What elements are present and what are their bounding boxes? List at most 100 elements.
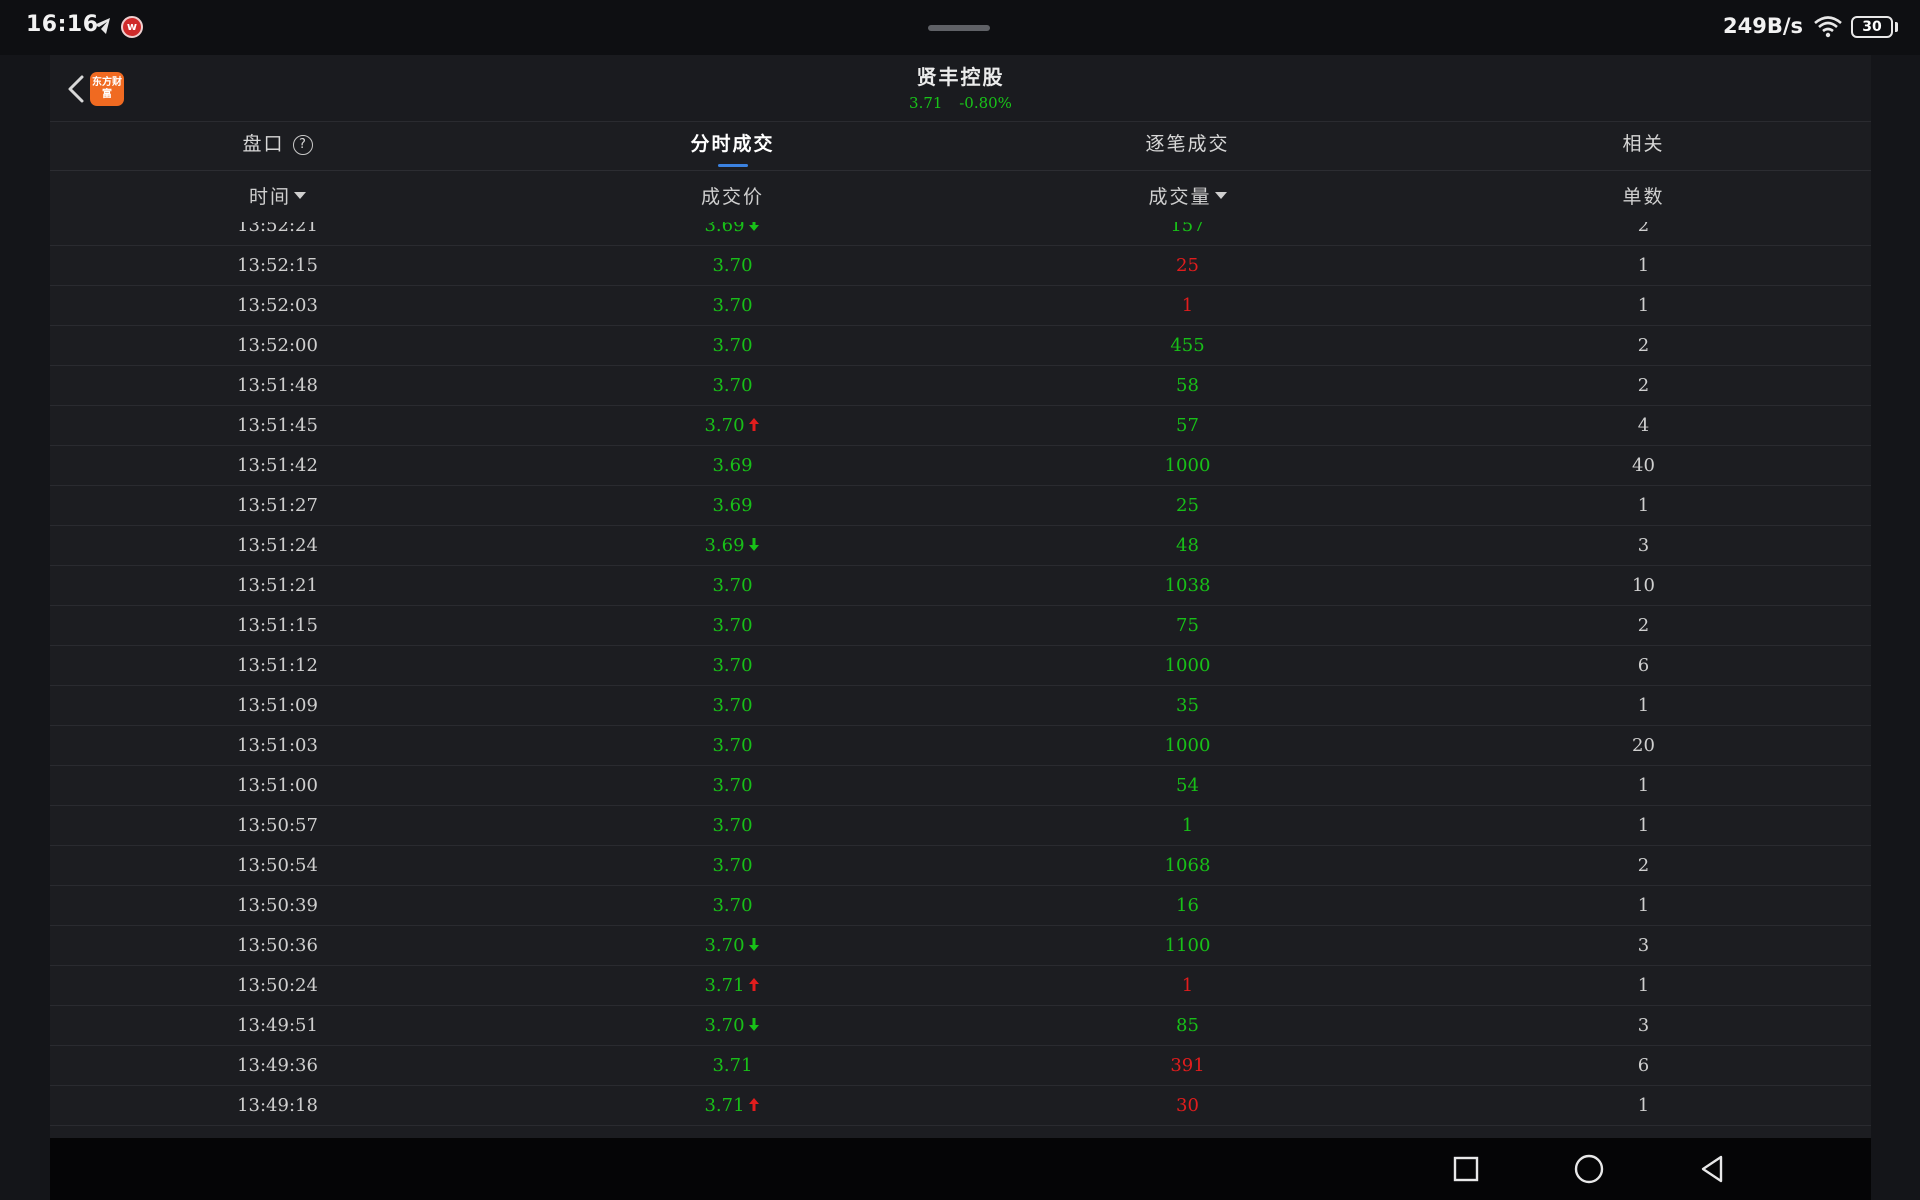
cell-price: 3.70 bbox=[505, 326, 960, 366]
price-value: 3.70 bbox=[712, 775, 753, 796]
stock-name: 贤丰控股 bbox=[916, 65, 1005, 89]
column-label: 时间 bbox=[248, 186, 291, 208]
table-header: 时间 成交价 成交量 单数 bbox=[50, 172, 1871, 222]
table-row[interactable]: 13:52:03 3.70 1 1 bbox=[50, 286, 1871, 326]
price-value: 3.70 bbox=[704, 415, 745, 436]
column-header-time[interactable]: 时间 bbox=[50, 172, 505, 222]
tab-pankou[interactable]: 盘口? bbox=[50, 123, 505, 171]
cell-volume: 58 bbox=[1176, 375, 1199, 396]
window-drag-handle[interactable] bbox=[928, 25, 990, 31]
price-value: 3.71 bbox=[704, 975, 745, 996]
cell-time: 13:52:21 bbox=[237, 222, 318, 236]
table-row[interactable]: 13:50:24 3.71 1 1 bbox=[50, 966, 1871, 1006]
cell-time: 13:52:03 bbox=[237, 295, 318, 316]
cell-volume: 25 bbox=[1176, 495, 1199, 516]
cell-time: 13:51:00 bbox=[237, 775, 318, 796]
status-bar: 16:16 w 249B/s 30 bbox=[0, 0, 1920, 55]
cell-volume: 157 bbox=[1170, 222, 1205, 236]
home-circle-icon[interactable] bbox=[1572, 1152, 1606, 1186]
cell-time: 13:51:21 bbox=[237, 575, 318, 596]
cell-count: 3 bbox=[1637, 535, 1650, 556]
column-label: 单数 bbox=[1622, 186, 1665, 208]
cell-price: 3.70 bbox=[505, 686, 960, 726]
table-row[interactable]: 13:51:42 3.69 1000 40 bbox=[50, 446, 1871, 486]
table-row[interactable]: 13:50:54 3.70 1068 2 bbox=[50, 846, 1871, 886]
cell-price: 3.69 bbox=[505, 526, 960, 566]
table-row[interactable]: 13:51:45 3.70 57 4 bbox=[50, 406, 1871, 446]
column-label: 成交价 bbox=[700, 186, 764, 208]
cell-time: 13:50:54 bbox=[237, 855, 318, 876]
table-row[interactable]: 13:50:36 3.70 1100 3 bbox=[50, 926, 1871, 966]
telegram-icon bbox=[94, 18, 110, 34]
cell-count: 6 bbox=[1637, 1055, 1650, 1076]
cell-count: 2 bbox=[1637, 855, 1650, 876]
cell-volume: 1000 bbox=[1164, 735, 1211, 756]
cell-time: 13:49:36 bbox=[237, 1055, 318, 1076]
cell-count: 2 bbox=[1637, 222, 1650, 236]
tab-fenshi-chengjiao[interactable]: 分时成交 bbox=[505, 123, 960, 171]
cell-count: 6 bbox=[1637, 655, 1650, 676]
table-row[interactable]: 13:52:15 3.70 25 1 bbox=[50, 246, 1871, 286]
cell-count: 1 bbox=[1637, 695, 1650, 716]
price-value: 3.71 bbox=[712, 1055, 753, 1076]
cell-time: 13:52:00 bbox=[237, 335, 318, 356]
table-row[interactable]: 13:51:09 3.70 35 1 bbox=[50, 686, 1871, 726]
arrow-down-icon bbox=[748, 1018, 759, 1031]
cell-count: 1 bbox=[1637, 255, 1650, 276]
table-row[interactable]: 13:51:12 3.70 1000 6 bbox=[50, 646, 1871, 686]
cell-volume: 1 bbox=[1181, 295, 1194, 316]
cell-volume: 85 bbox=[1176, 1015, 1199, 1036]
table-row[interactable]: 13:51:27 3.69 25 1 bbox=[50, 486, 1871, 526]
cell-price: 3.70 bbox=[505, 606, 960, 646]
cell-time: 13:51:42 bbox=[237, 455, 318, 476]
cell-volume: 25 bbox=[1176, 255, 1199, 276]
cell-price: 3.71 bbox=[505, 1046, 960, 1086]
cell-price: 3.71 bbox=[505, 966, 960, 1006]
table-row[interactable]: 13:51:24 3.69 48 3 bbox=[50, 526, 1871, 566]
help-icon[interactable]: ? bbox=[292, 135, 313, 155]
table-row[interactable]: 13:51:00 3.70 54 1 bbox=[50, 766, 1871, 806]
cell-time: 13:51:45 bbox=[237, 415, 318, 436]
table-row[interactable]: 13:51:15 3.70 75 2 bbox=[50, 606, 1871, 646]
table-row[interactable]: 13:52:00 3.70 455 2 bbox=[50, 326, 1871, 366]
table-row[interactable]: 13:50:57 3.70 1 1 bbox=[50, 806, 1871, 846]
price-value: 3.70 bbox=[712, 855, 753, 876]
arrow-down-icon bbox=[748, 222, 759, 231]
tab-zhubi-chengjiao[interactable]: 逐笔成交 bbox=[960, 123, 1415, 171]
table-row[interactable]: 13:49:36 3.71 391 6 bbox=[50, 1046, 1871, 1086]
cell-count: 3 bbox=[1637, 1015, 1650, 1036]
cell-volume: 57 bbox=[1176, 415, 1199, 436]
table-row[interactable]: 13:51:03 3.70 1000 20 bbox=[50, 726, 1871, 766]
cell-volume: 48 bbox=[1176, 535, 1199, 556]
table-row[interactable]: 13:51:21 3.70 1038 10 bbox=[50, 566, 1871, 606]
trade-table[interactable]: 13:52:21 3.69 157 2 13:52:15 3.70 25 1 13:52:03 3… bbox=[50, 222, 1871, 1134]
arrow-up-icon bbox=[748, 418, 759, 431]
recents-square-icon[interactable] bbox=[1449, 1152, 1483, 1186]
cell-volume: 1000 bbox=[1164, 455, 1211, 476]
arrow-up-icon bbox=[748, 978, 759, 991]
back-triangle-icon[interactable] bbox=[1695, 1152, 1729, 1186]
table-row[interactable]: 13:49:18 3.71 30 1 bbox=[50, 1086, 1871, 1126]
cell-price: 3.70 bbox=[505, 806, 960, 846]
cell-volume: 35 bbox=[1176, 695, 1199, 716]
table-row[interactable]: 13:50:39 3.70 16 1 bbox=[50, 886, 1871, 926]
cell-count: 2 bbox=[1637, 615, 1650, 636]
cell-count: 1 bbox=[1637, 295, 1650, 316]
price-value: 3.70 bbox=[712, 695, 753, 716]
price-value: 3.69 bbox=[704, 222, 745, 236]
battery-tip bbox=[1895, 22, 1898, 32]
system-nav-bar bbox=[50, 1138, 1871, 1200]
cell-price: 3.71 bbox=[505, 1086, 960, 1126]
column-header-volume[interactable]: 成交量 bbox=[960, 172, 1415, 222]
table-row[interactable]: 13:52:21 3.69 157 2 bbox=[50, 222, 1871, 246]
table-row[interactable]: 13:49:51 3.70 85 3 bbox=[50, 1006, 1871, 1046]
cell-time: 13:52:15 bbox=[237, 255, 318, 276]
cell-price: 3.70 bbox=[505, 886, 960, 926]
stock-price: 3.71 bbox=[909, 94, 943, 112]
cell-count: 3 bbox=[1637, 935, 1650, 956]
arrow-down-icon bbox=[748, 938, 759, 951]
cell-price: 3.70 bbox=[505, 726, 960, 766]
cell-count: 1 bbox=[1637, 495, 1650, 516]
tab-xiangguan[interactable]: 相关 bbox=[1416, 123, 1871, 171]
table-row[interactable]: 13:51:48 3.70 58 2 bbox=[50, 366, 1871, 406]
